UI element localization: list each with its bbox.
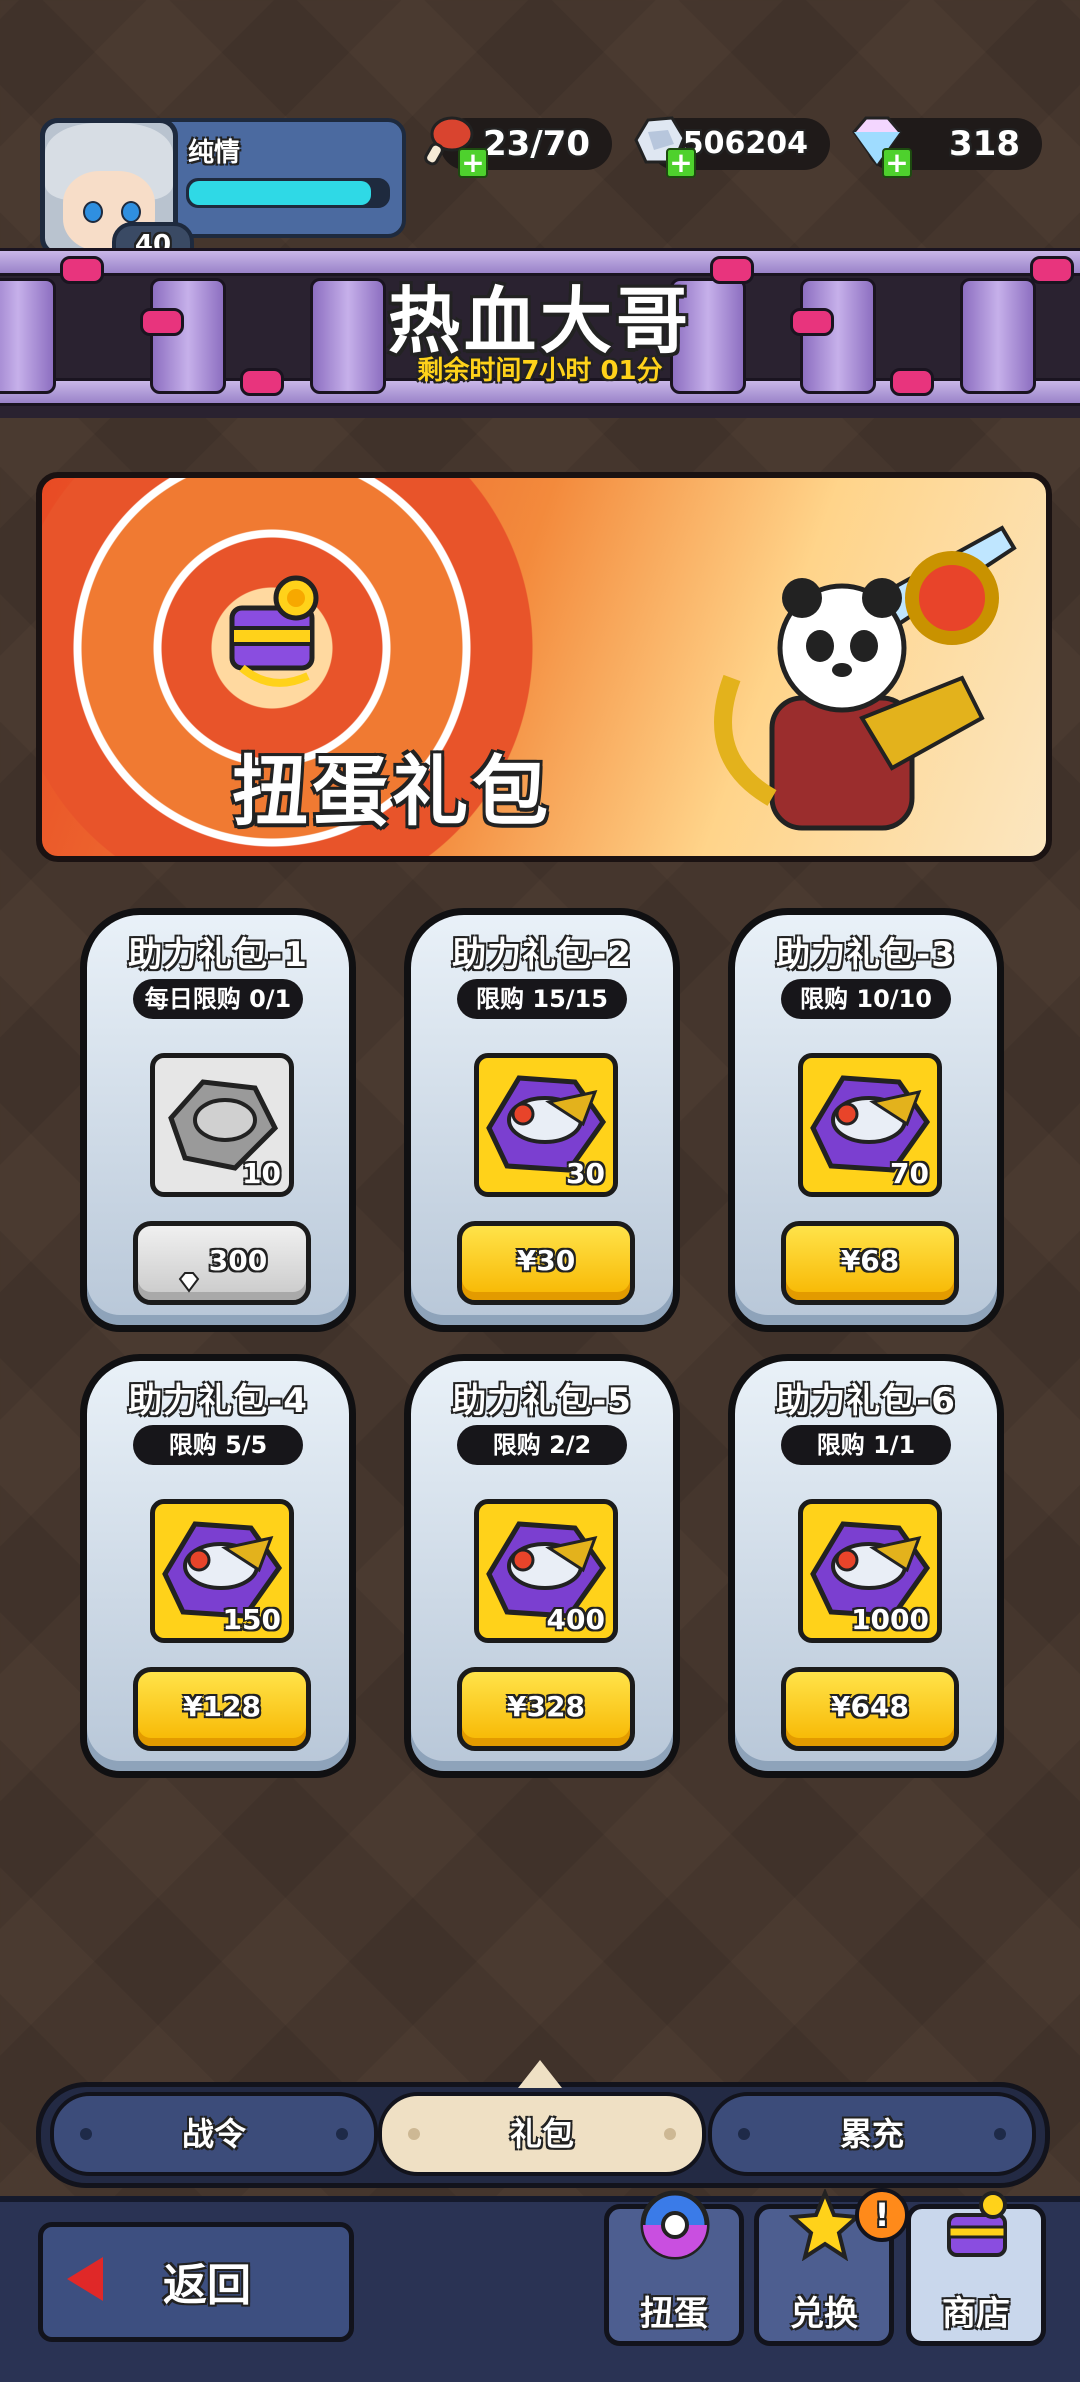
gift-pack-card[interactable]: 助力礼包-2 限购 15/15 30 ¥30 <box>404 908 680 1332</box>
tab-cumulative-recharge[interactable]: 累充 <box>708 2092 1036 2176</box>
pack-item-quantity: 400 <box>546 1603 605 1636</box>
capsule-gift-icon <box>229 575 319 687</box>
pack-item-quantity: 1000 <box>851 1603 929 1636</box>
pack-price-value: ¥328 <box>507 1690 585 1723</box>
gift-pack-card[interactable]: 助力礼包-4 限购 5/5 150 ¥128 <box>80 1354 356 1778</box>
pack-purchase-limit: 限购 2/2 <box>457 1425 627 1465</box>
tab-gift-packs-label: 礼包 <box>509 2115 574 2153</box>
back-arrow-icon <box>67 2257 103 2301</box>
pack-title: 助力礼包-4 <box>128 1381 308 1421</box>
player-xp-fill <box>189 181 372 205</box>
pack-price-value: ¥648 <box>831 1690 909 1723</box>
pack-buy-button[interactable]: ¥30 <box>457 1221 635 1305</box>
pack-title: 助力礼包-2 <box>452 935 632 975</box>
pack-price-value: ¥30 <box>516 1244 576 1277</box>
nav-capsule-button[interactable]: 扭蛋 <box>604 2190 744 2346</box>
pack-buy-button[interactable]: ¥68 <box>781 1221 959 1305</box>
active-tab-pointer <box>518 2060 562 2088</box>
gift-pack-card[interactable]: 助力礼包-1 每日限购 0/1 10 300 <box>80 908 356 1332</box>
pack-title: 助力礼包-6 <box>776 1381 956 1421</box>
pack-title: 助力礼包-5 <box>452 1381 632 1421</box>
panda-warrior-illustration <box>714 525 1017 831</box>
pack-item-icon[interactable]: 30 <box>474 1053 618 1197</box>
pack-item-icon[interactable]: 150 <box>150 1499 294 1643</box>
hero-banner: 扭蛋礼包 <box>36 472 1052 862</box>
pack-item-icon[interactable]: 1000 <box>798 1499 942 1643</box>
capsule-ball-icon <box>640 2190 710 2260</box>
pack-purchase-limit: 限购 5/5 <box>133 1425 303 1465</box>
shop-chest-icon <box>947 2191 1007 2257</box>
pack-title: 助力礼包-1 <box>128 935 308 975</box>
event-timer: 剩余时间7小时 01分 <box>417 356 663 386</box>
diamond-add-button[interactable]: + <box>882 148 912 178</box>
pack-buy-button[interactable]: 300 <box>133 1221 311 1305</box>
pack-item-icon[interactable]: 10 <box>150 1053 294 1197</box>
pack-purchase-limit: 限购 10/10 <box>781 979 951 1019</box>
player-xp-bar <box>186 178 390 208</box>
pack-purchase-limit: 限购 15/15 <box>457 979 627 1019</box>
pack-item-icon[interactable]: 70 <box>798 1053 942 1197</box>
pack-buy-button[interactable]: ¥128 <box>133 1667 311 1751</box>
tab-battle-pass[interactable]: 战令 <box>50 2092 378 2176</box>
pack-item-quantity: 150 <box>222 1603 281 1636</box>
gift-pack-card[interactable]: 助力礼包-3 限购 10/10 70 ¥68 <box>728 908 1004 1332</box>
pack-purchase-limit: 每日限购 0/1 <box>133 979 303 1019</box>
tab-cumulative-recharge-label: 累充 <box>839 2115 904 2153</box>
stamina-add-button[interactable]: + <box>458 148 488 178</box>
diamond-icon <box>177 1250 201 1293</box>
tab-gift-packs[interactable]: 礼包 <box>378 2092 706 2176</box>
pack-item-icon[interactable]: 400 <box>474 1499 618 1643</box>
player-name: 纯情 <box>188 138 241 168</box>
star-exchange-icon <box>789 2189 861 2261</box>
pack-purchase-limit: 限购 1/1 <box>781 1425 951 1465</box>
back-button-label: 返回 <box>163 2260 251 2311</box>
pack-item-quantity: 70 <box>890 1157 929 1190</box>
pack-price-value: 300 <box>208 1244 268 1277</box>
pack-buy-button[interactable]: ¥328 <box>457 1667 635 1751</box>
pack-price-value: ¥68 <box>840 1244 900 1277</box>
exchange-alert-badge: ! <box>855 2188 909 2242</box>
pack-item-quantity: 30 <box>566 1157 605 1190</box>
gift-pack-card[interactable]: 助力礼包-5 限购 2/2 400 ¥328 <box>404 1354 680 1778</box>
nav-shop-button[interactable]: 商店 <box>906 2191 1046 2346</box>
pack-title: 助力礼包-3 <box>776 935 956 975</box>
back-button[interactable]: 返回 <box>38 2222 354 2342</box>
nav-capsule-label: 扭蛋 <box>640 2294 708 2334</box>
nav-shop-label: 商店 <box>942 2294 1010 2334</box>
pack-item-quantity: 10 <box>242 1157 281 1190</box>
pack-price-value: ¥128 <box>183 1690 261 1723</box>
gift-pack-card[interactable]: 助力礼包-6 限购 1/1 1000 ¥648 <box>728 1354 1004 1778</box>
silver-add-button[interactable]: + <box>666 148 696 178</box>
pack-buy-button[interactable]: ¥648 <box>781 1667 959 1751</box>
nav-exchange-label: 兑换 <box>790 2294 858 2334</box>
hero-title: 扭蛋礼包 <box>232 747 552 836</box>
tab-battle-pass-label: 战令 <box>181 2115 246 2153</box>
